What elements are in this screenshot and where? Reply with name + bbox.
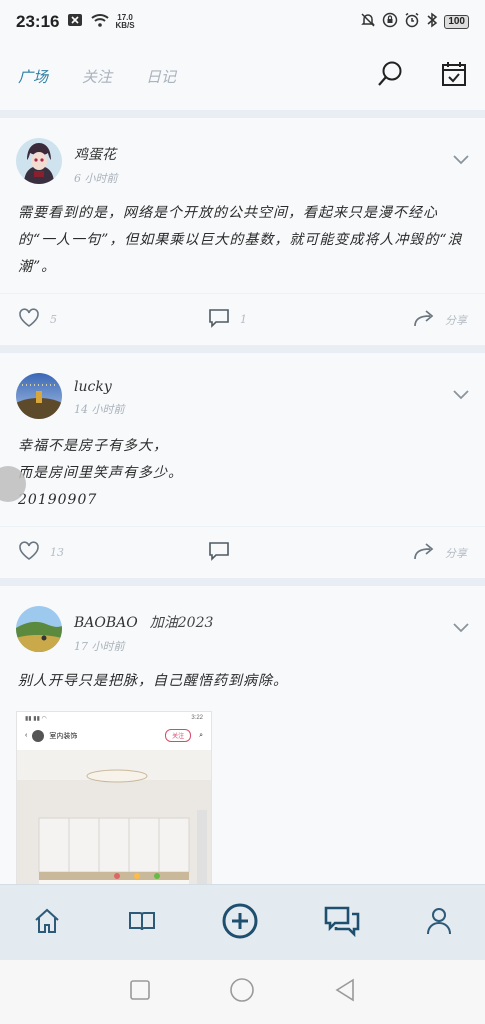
comment-count: 1 (240, 313, 247, 326)
system-nav (0, 960, 485, 1024)
post-card[interactable]: lucky 14 小时前 幸福不是房子有多大， 而是房间里笑声有多少。 2019… (0, 353, 485, 586)
chevron-down-icon[interactable] (453, 618, 469, 637)
share-button[interactable]: 分享 (413, 308, 467, 331)
notification-x-icon (67, 13, 83, 32)
post-image[interactable]: ▮▮ ▮▮ ◠ 3:22 ‹ 室内装饰 关注 ⌕ (16, 711, 212, 884)
post-feed[interactable]: 鸡蛋花 6 小时前 需要看到的是，网络是个开放的公共空间，看起来只是漫不经心的“… (0, 118, 485, 884)
post-author[interactable]: 鸡蛋花 (74, 144, 118, 164)
share-button[interactable]: 分享 (413, 541, 467, 564)
calendar-check-icon[interactable] (441, 61, 467, 91)
bottom-nav (0, 884, 485, 960)
comment-icon (208, 541, 230, 564)
share-icon (413, 541, 435, 564)
share-label: 分享 (445, 313, 467, 327)
like-button[interactable]: 5 (18, 308, 208, 331)
room-photo (17, 750, 211, 884)
post-content[interactable]: 别人开导只是把脉，自己醒悟药到病除。 (0, 654, 485, 695)
post-time: 14 小时前 (74, 403, 125, 416)
post-content[interactable]: 需要看到的是，网络是个开放的公共空间，看起来只是漫不经心的“一人一句”，但如果乘… (0, 186, 485, 281)
tab-diary[interactable]: 日记 (146, 66, 176, 87)
post-card[interactable]: BAOBAO 加油2023 17 小时前 别人开导只是把脉，自己醒悟药到病除。 ▮… (0, 586, 485, 884)
bluetooth-icon (426, 12, 438, 33)
book-icon[interactable] (127, 906, 157, 940)
post-author[interactable]: lucky (74, 379, 125, 395)
post-author[interactable]: BAOBAO 加油2023 (74, 612, 213, 632)
comment-icon (208, 308, 230, 331)
like-count: 5 (50, 313, 57, 326)
image-back-icon: ‹ (25, 732, 28, 739)
profile-icon[interactable] (425, 906, 453, 940)
mute-bell-icon (360, 12, 376, 33)
like-button[interactable]: 13 (18, 541, 208, 564)
heart-icon (18, 308, 40, 331)
share-icon (413, 308, 435, 331)
messages-icon[interactable] (324, 905, 360, 941)
lock-rotation-icon (382, 12, 398, 33)
chevron-down-icon[interactable] (453, 150, 469, 169)
tab-following[interactable]: 关注 (82, 66, 112, 87)
top-nav: 广场 关注 日记 (0, 44, 485, 108)
back-icon[interactable] (334, 978, 356, 1006)
recent-apps-icon[interactable] (129, 979, 151, 1005)
avatar[interactable] (16, 606, 62, 652)
network-speed: 17.0 KB/S (115, 13, 135, 30)
home-icon[interactable] (32, 906, 62, 940)
top-divider (0, 110, 485, 118)
post-content[interactable]: 幸福不是房子有多大， 而是房间里笑声有多少。 20190907 (0, 419, 485, 514)
image-follow-badge: 关注 (165, 729, 192, 742)
heart-icon (18, 541, 40, 564)
content-line: 幸福不是房子有多大， (18, 438, 168, 454)
content-line: 20190907 (18, 492, 98, 508)
image-status-bar: ▮▮ ▮▮ ◠ 3:22 (25, 715, 203, 722)
search-icon[interactable] (377, 60, 405, 92)
author-badge: 加油2023 (149, 615, 214, 631)
avatar[interactable] (16, 373, 62, 419)
post-time: 17 小时前 (74, 640, 125, 653)
avatar[interactable] (16, 138, 62, 184)
post-time: 6 小时前 (74, 172, 118, 185)
comment-button[interactable] (208, 541, 398, 564)
status-bar: 23:16 17.0 KB/S 100 (0, 0, 485, 44)
alarm-icon (404, 12, 420, 33)
image-header: ‹ 室内装饰 关注 ⌕ (17, 725, 211, 746)
status-time: 23:16 (16, 12, 60, 31)
image-search-icon: ⌕ (199, 731, 203, 739)
battery-indicator: 100 (444, 15, 469, 29)
wifi-icon (91, 13, 110, 32)
image-title: 室内装饰 (49, 732, 78, 740)
chevron-down-icon[interactable] (453, 385, 469, 404)
post-card[interactable]: 鸡蛋花 6 小时前 需要看到的是，网络是个开放的公共空间，看起来只是漫不经心的“… (0, 118, 485, 353)
add-circle-icon[interactable] (221, 902, 259, 944)
like-count: 13 (50, 546, 64, 559)
tab-square[interactable]: 广场 (18, 66, 48, 87)
home-circle-icon[interactable] (229, 977, 255, 1007)
comment-button[interactable]: 1 (208, 308, 398, 331)
content-line: 而是房间里笑声有多少。 (18, 465, 183, 481)
share-label: 分享 (445, 546, 467, 560)
